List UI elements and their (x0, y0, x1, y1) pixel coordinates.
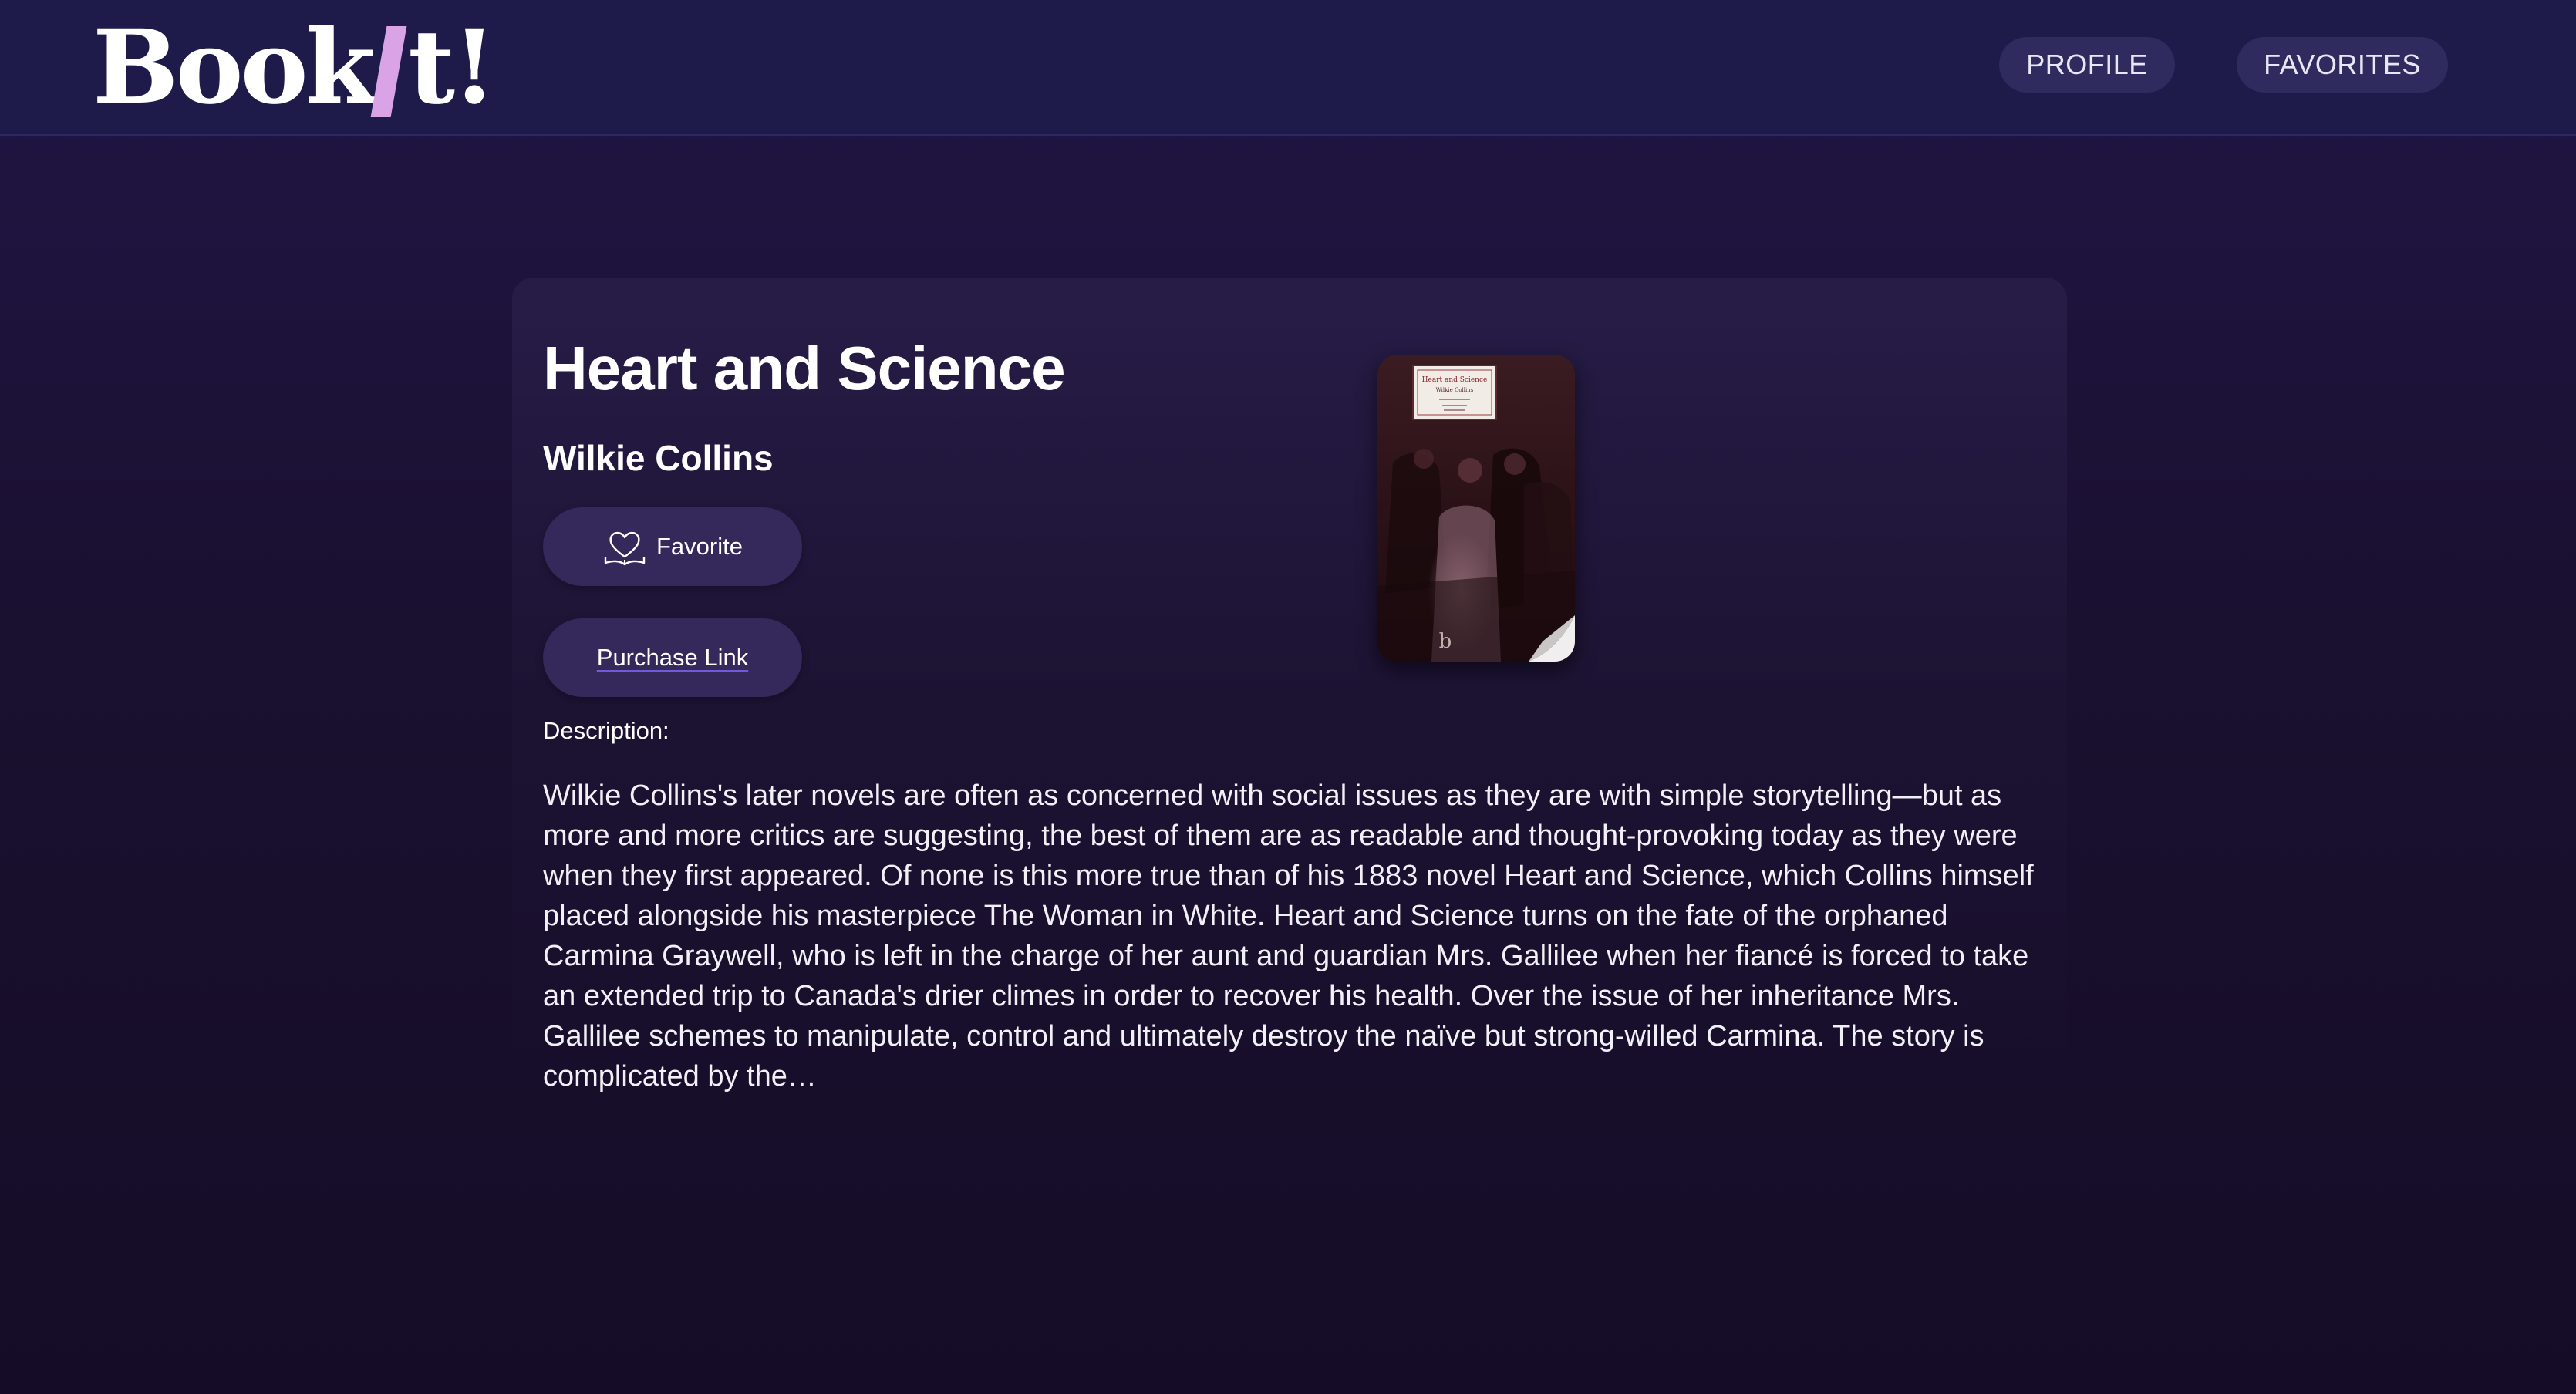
bookit-logo[interactable]: Book t! (93, 8, 497, 127)
favorite-button-label: Favorite (656, 533, 743, 560)
cover-author-text: Wilkie Collins (1436, 387, 1474, 393)
book-title: Heart and Science (543, 334, 1066, 402)
logo-text-right: t! (408, 8, 497, 127)
cover-publisher-mark-icon: b (1439, 630, 1452, 653)
profile-nav-button[interactable]: PROFILE (1999, 37, 2175, 93)
description-text: Wilkie Collins's later novels are often … (543, 779, 2034, 1093)
favorite-button[interactable]: Favorite (543, 507, 802, 586)
book-author: Wilkie Collins (543, 438, 774, 478)
cover-title-text: Heart and Science (1422, 376, 1488, 384)
purchase-button[interactable]: Purchase Link (543, 618, 802, 697)
logo-text-left: Book (93, 8, 376, 127)
purchase-link[interactable]: Purchase Link (597, 644, 748, 672)
book-cover-image: Heart and Science Wilkie Collins b (1377, 355, 1575, 662)
top-navigation-bar: Book t! PROFILE FAVORITES (0, 0, 2576, 136)
logo-i-bar (370, 26, 407, 117)
heart-book-icon (602, 526, 647, 567)
favorites-nav-button[interactable]: FAVORITES (2237, 37, 2448, 93)
book-cover-illustration: Heart and Science Wilkie Collins b (1377, 355, 1575, 662)
logo-i-bookmark-icon (370, 25, 407, 119)
description-label: Description: (543, 717, 669, 744)
